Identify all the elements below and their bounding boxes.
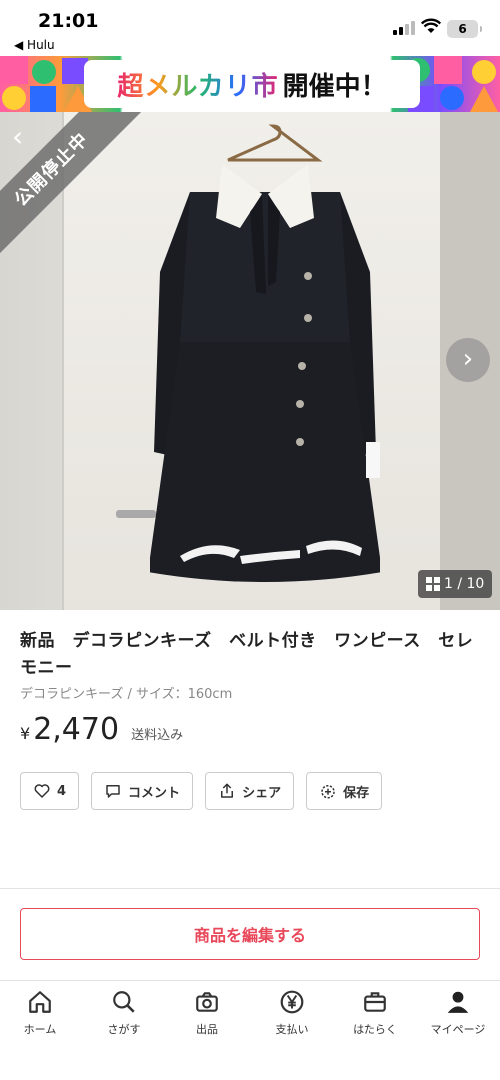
nav-sell[interactable]: 出品 (167, 989, 247, 1037)
camera-icon (196, 992, 218, 1012)
wifi-icon (421, 18, 441, 33)
item-actions: 4 コメント シェア 保存 (20, 772, 383, 810)
nav-payment-label: 支払い (275, 1023, 309, 1036)
grid-icon (426, 577, 440, 591)
nav-work[interactable]: はたらく (335, 989, 415, 1037)
share-button[interactable]: シェア (205, 772, 295, 810)
status-bar: 21:01 ◀ Hulu 6 (0, 0, 500, 56)
person-icon (447, 991, 469, 1013)
nav-search-label: さがす (107, 1023, 141, 1036)
share-icon (221, 783, 234, 798)
next-image-button[interactable]: › (446, 338, 490, 382)
nav-home-label: ホーム (23, 1023, 57, 1036)
like-count: 4 (57, 783, 67, 799)
back-to-app-link[interactable]: ◀ Hulu (14, 38, 55, 52)
item-title: 新品 デコラピンキーズ ベルト付き ワンピース セレモニー (20, 631, 474, 678)
yen-icon (280, 990, 304, 1014)
section-divider (0, 888, 500, 889)
price-value: 2,470 (33, 712, 120, 747)
comment-label: コメント (128, 785, 181, 801)
nav-work-label: はたらく (353, 1023, 397, 1036)
banner-decoration-left (0, 56, 92, 112)
save-label: 保存 (343, 785, 370, 801)
image-counter-label: 1 / 10 (444, 576, 485, 592)
search-icon (113, 991, 135, 1013)
share-label: シェア (242, 785, 282, 801)
image-counter[interactable]: 1 / 10 (418, 570, 493, 598)
bottom-navigation: ホーム さがす 出品 支払い はたらく マイページ (0, 980, 500, 1080)
nav-mypage-label: マイページ (430, 1023, 486, 1036)
like-button[interactable]: 4 (20, 772, 80, 810)
battery-indicator: 6 (447, 20, 482, 38)
comment-icon (106, 785, 120, 798)
shipping-note: 送料込み (131, 728, 184, 743)
item-photo-carousel[interactable]: 公開停止中 ‹ › 1 / 10 (0, 112, 500, 610)
back-chevron-icon[interactable]: ‹ (12, 120, 23, 153)
banner-text-box: 超メルカリ市 開催中！ (84, 60, 420, 108)
status-time: 21:01 (38, 10, 99, 32)
dress-image (150, 164, 380, 582)
nav-payment[interactable]: 支払い (252, 989, 332, 1037)
item-subtitle: デコラピンキーズ / サイズ：160cm (20, 687, 233, 702)
price-currency: ¥ (20, 724, 31, 743)
save-plus-icon (321, 785, 335, 799)
nav-sell-label: 出品 (196, 1023, 218, 1036)
nav-home[interactable]: ホーム (0, 989, 80, 1037)
briefcase-icon (364, 992, 386, 1012)
save-button[interactable]: 保存 (306, 772, 383, 810)
signal-icon (393, 21, 415, 35)
nav-mypage[interactable]: マイページ (418, 989, 498, 1037)
item-price: ¥ 2,470 送料込み (20, 712, 183, 747)
banner-title: 超メルカリ市 (117, 66, 278, 103)
heart-icon (34, 784, 50, 798)
campaign-banner[interactable]: 超メルカリ市 開催中！ (0, 56, 500, 112)
nav-search[interactable]: さがす (84, 989, 164, 1037)
comment-button[interactable]: コメント (91, 772, 194, 810)
banner-subtitle: 開催中！ (282, 71, 387, 102)
edit-item-button[interactable]: 商品を編集する (20, 908, 480, 960)
home-icon (29, 991, 51, 1013)
